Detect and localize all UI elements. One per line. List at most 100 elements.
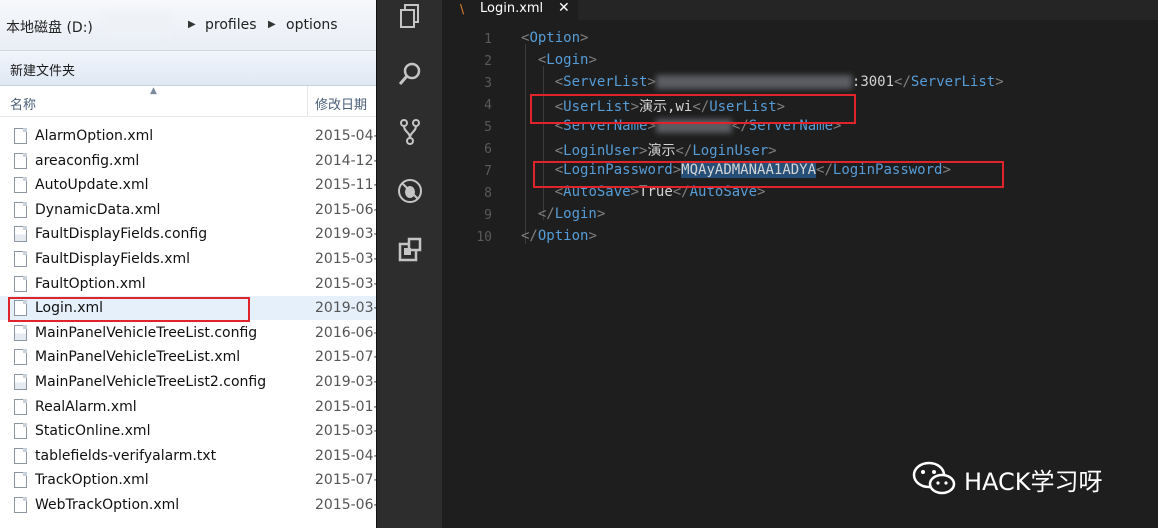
xml-file-icon: [14, 497, 27, 513]
line-number: 6: [484, 142, 492, 157]
file-row[interactable]: DynamicData.xml 2015-06-: [0, 198, 376, 222]
xml-tag: Login: [554, 206, 597, 222]
file-row[interactable]: FaultDisplayFields.config 2019-03-: [0, 222, 376, 246]
column-name-header[interactable]: 名称: [10, 94, 36, 113]
line-number: 3: [484, 76, 492, 91]
file-row[interactable]: AlarmOption.xml 2015-04-: [0, 124, 376, 148]
file-explorer-window: 本地磁盘 (D:) ▶ profiles ▶ options 新建文件夹 名称 …: [0, 0, 376, 528]
file-date: 2015-04-: [315, 128, 376, 144]
xml-value: 演示: [647, 143, 676, 159]
xml-tag: ServerList: [910, 74, 996, 90]
password-highlight-box: [533, 161, 1004, 188]
file-name: TrackOption.xml: [35, 472, 149, 489]
tab-login-xml[interactable]: \ Login.xml ✕: [442, 0, 578, 20]
file-date: 2019-03-: [315, 300, 376, 317]
code-editor[interactable]: 1 <Option> 2 <Login> 3 <ServerList>:3001…: [442, 20, 1158, 528]
file-row[interactable]: MainPanelVehicleTreeList.config 2016-06-: [0, 321, 376, 345]
file-row[interactable]: FaultOption.xml 2015-03-: [0, 272, 376, 296]
file-row[interactable]: tablefields-verifyalarm.txt 2015-04-: [0, 444, 376, 468]
xml-tag: Login: [546, 52, 589, 68]
xml-tag: Option: [529, 30, 581, 46]
file-row[interactable]: WebTrackOption.xml 2015-06-: [0, 493, 376, 517]
breadcrumb-arrow-icon: ▶: [188, 19, 196, 30]
breadcrumb-arrow-icon: ▶: [268, 19, 276, 30]
file-name: WebTrackOption.xml: [35, 497, 180, 513]
file-date: 2014-12-: [315, 152, 376, 169]
file-date: 2015-07-: [315, 349, 376, 366]
file-name: AutoUpdate.xml: [35, 177, 149, 194]
breadcrumb-profiles[interactable]: profiles: [205, 17, 257, 33]
file-date: 2015-04-: [315, 447, 376, 464]
breadcrumb-drive[interactable]: 本地磁盘 (D:): [6, 17, 93, 37]
login-xml-highlight-box: [8, 297, 250, 322]
line-number: 9: [484, 208, 492, 223]
xml-file-icon: [14, 349, 27, 366]
file-name: MainPanelVehicleTreeList.xml: [35, 349, 241, 366]
watermark-text: HACK学习呀: [964, 468, 1103, 496]
wechat-icon: [912, 461, 956, 495]
xml-file-icon: [14, 472, 27, 489]
file-name: tablefields-verifyalarm.txt: [35, 447, 217, 464]
line-number: 7: [484, 164, 492, 179]
column-header: 名称 ▲ 修改日期: [0, 86, 376, 117]
command-bar: 新建文件夹: [0, 51, 376, 86]
line-number: 5: [484, 120, 492, 135]
xml-rss-icon: \: [460, 2, 465, 16]
file-row[interactable]: TrackOption.xml 2015-07-: [0, 468, 376, 492]
file-date: 2016-06-: [315, 324, 376, 341]
txt-file-icon: [14, 447, 27, 464]
xml-file-icon: [14, 251, 27, 267]
file-date: 2015-06-: [315, 497, 376, 513]
config-file-icon: [14, 374, 27, 390]
file-name: StaticOnline.xml: [35, 423, 151, 440]
config-file-icon: [14, 226, 27, 243]
file-date: 2019-03-: [315, 226, 376, 243]
file-name: RealAlarm.xml: [35, 398, 137, 415]
xml-file-icon: [14, 152, 27, 169]
file-name: MainPanelVehicleTreeList2.config: [35, 374, 267, 390]
redacted-value: [655, 75, 852, 89]
xml-file-icon: [14, 201, 27, 218]
activity-bar: [376, 0, 443, 528]
file-row[interactable]: MainPanelVehicleTreeList.xml 2015-07-: [0, 345, 376, 369]
breadcrumb-options[interactable]: options: [286, 17, 338, 33]
file-date: 2019-03-: [315, 374, 376, 390]
extensions-icon[interactable]: [396, 236, 424, 264]
xml-file-icon: [14, 177, 27, 194]
xml-tag: Option: [537, 228, 589, 244]
code-line: <Login>: [537, 52, 597, 68]
search-icon[interactable]: [396, 60, 424, 88]
tab-bar: \ Login.xml ✕: [442, 0, 1158, 20]
line-number: 1: [484, 32, 492, 47]
file-date: 2015-03-: [315, 423, 376, 440]
address-bar[interactable]: 本地磁盘 (D:) ▶ profiles ▶ options: [0, 0, 376, 51]
file-name: areaconfig.xml: [35, 152, 140, 169]
file-row[interactable]: areaconfig.xml 2014-12-: [0, 149, 376, 173]
line-number: 2: [484, 54, 492, 69]
code-line: <Option>: [521, 30, 589, 46]
file-date: 2015-03-: [315, 275, 376, 292]
debug-icon[interactable]: [396, 177, 424, 205]
file-row[interactable]: MainPanelVehicleTreeList2.config 2019-03…: [0, 370, 376, 394]
file-name: DynamicData.xml: [35, 201, 161, 218]
code-line: </Option>: [521, 228, 597, 244]
file-row[interactable]: AutoUpdate.xml 2015-11-: [0, 173, 376, 197]
file-row[interactable]: FaultDisplayFields.xml 2015-03-: [0, 247, 376, 271]
file-name: AlarmOption.xml: [35, 128, 154, 144]
userlist-highlight-box: [530, 94, 856, 124]
close-icon[interactable]: ✕: [558, 0, 570, 16]
sort-ascending-icon: ▲: [150, 86, 157, 96]
source-control-icon[interactable]: [396, 118, 424, 146]
file-name: FaultOption.xml: [35, 275, 146, 292]
new-folder-button[interactable]: 新建文件夹: [10, 60, 75, 79]
explorer-files-icon[interactable]: [396, 2, 424, 30]
file-row[interactable]: StaticOnline.xml 2015-03-: [0, 419, 376, 443]
file-name: FaultDisplayFields.config: [35, 226, 208, 243]
column-divider[interactable]: [307, 86, 308, 116]
file-date: 2015-11-: [315, 177, 376, 194]
column-date-header[interactable]: 修改日期: [315, 94, 367, 113]
xml-tag: LoginUser: [563, 143, 640, 159]
file-name: FaultDisplayFields.xml: [35, 251, 191, 267]
file-row[interactable]: RealAlarm.xml 2015-01-: [0, 395, 376, 419]
xml-file-icon: [14, 423, 27, 440]
